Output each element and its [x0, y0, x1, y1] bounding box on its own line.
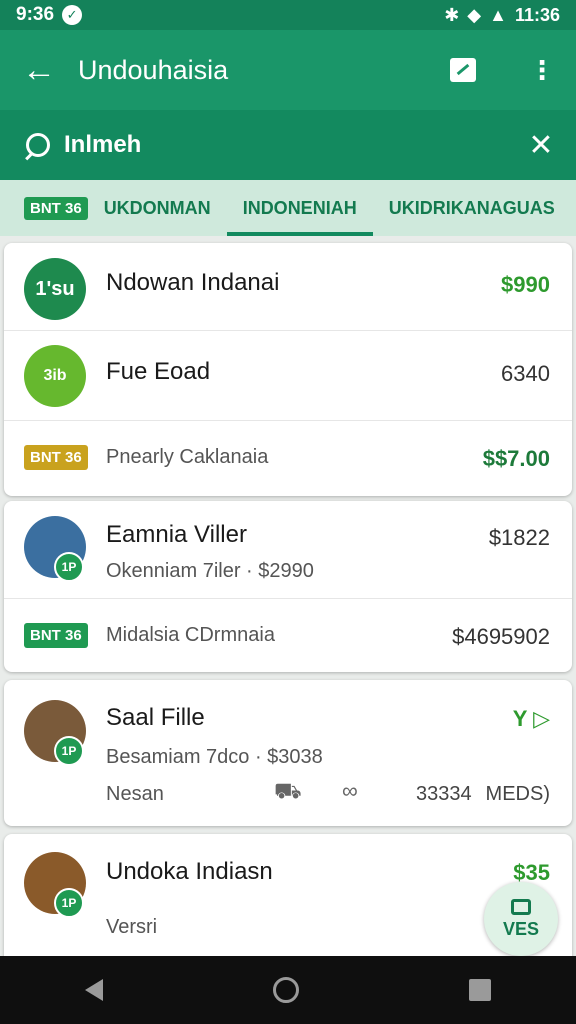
app-bar: ← Undouhaisia ⋮ — [0, 30, 576, 110]
avatar-badge: 1P — [54, 736, 84, 766]
floating-action-button[interactable]: VES — [484, 882, 558, 956]
list-item[interactable]: BNT 36 Midalsia CDrmnaia $4695902 — [4, 599, 572, 672]
card: 1P Eamnia Viller Okenniam 7iler · $2990 … — [4, 501, 572, 672]
item-subtitle: Versri — [106, 916, 158, 938]
search-icon — [26, 133, 50, 157]
bluetooth-icon: ✱ — [444, 4, 460, 25]
back-arrow-icon[interactable]: ← — [0, 53, 78, 87]
check-icon: ✓ — [62, 5, 83, 25]
avatar: 1P — [24, 516, 86, 582]
tab-label: INDONENIAH — [242, 197, 357, 218]
status-bar: 9:36 ✓ ✱ ◆ ▲ 11:36 — [0, 0, 576, 30]
system-nav-bar — [0, 956, 576, 1024]
search-input[interactable]: Inlmeh — [64, 131, 506, 159]
item-name: Midalsia CDrmnaia — [106, 624, 275, 646]
avatar-badge: 1P — [54, 552, 84, 582]
avatar: 1P — [24, 700, 86, 766]
item-name: Saal Fille — [106, 704, 205, 731]
close-icon[interactable]: ✕ — [506, 128, 576, 163]
item-extra-2: MEDS) — [485, 783, 550, 805]
item-subtitle: Besamiam 7dco · $3038 — [106, 746, 323, 768]
item-name: Fue Eoad — [106, 358, 211, 385]
list-item[interactable]: 3ib Fue Eoad 6340 — [4, 331, 572, 421]
app-title: Undouhaisia — [78, 54, 229, 85]
fab-label: VES — [502, 918, 540, 939]
more-vert-icon[interactable]: ⋮ — [522, 55, 562, 86]
wifi-icon: ◆ — [467, 4, 482, 25]
item-name: Nesan — [106, 783, 164, 805]
avatar: 1P — [24, 852, 86, 918]
status-clock: 11:36 — [514, 4, 560, 25]
status-icons: ✱ ◆ ▲ 11:36 — [444, 5, 560, 26]
avatar-text: 3ib — [43, 367, 67, 384]
item-extra-1: 33334 — [416, 783, 472, 805]
lock-icon — [511, 898, 531, 915]
tab-indoneniah[interactable]: INDONENIAH — [226, 180, 373, 236]
item-name: Ndowan Indanai — [106, 269, 280, 296]
item-name: Undoka Indiasn — [106, 858, 273, 885]
item-amount: Y ▷ — [512, 706, 550, 731]
avatar: 1'su — [24, 258, 86, 320]
search-bar: Inlmeh ✕ — [0, 110, 576, 180]
list-item[interactable]: 1P Saal Fille Besamiam 7dco · $3038 Y ▷ … — [4, 680, 572, 826]
item-name: Pnearly Caklanaia — [106, 446, 269, 468]
signal-icon: ▲ — [489, 4, 507, 25]
item-amount: $$7.00 — [482, 446, 550, 471]
car-icon: ⛟ — [274, 778, 302, 803]
nav-recents-icon[interactable] — [469, 979, 491, 1001]
card: 1'su Ndowan Indanai $990 3ib Fue Eoad 63… — [4, 243, 572, 496]
tab-ukdonman[interactable]: UKDONMAN — [88, 180, 227, 236]
tab-label: UKDONMAN — [103, 197, 211, 218]
list-item[interactable]: 1P Eamnia Viller Okenniam 7iler · $2990 … — [4, 501, 572, 599]
tab-label: UKIDRIKANAGUAS — [388, 197, 555, 218]
avatar-text: 1'su — [35, 277, 75, 300]
status-time: 9:36 — [16, 4, 55, 25]
card: 1P Saal Fille Besamiam 7dco · $3038 Y ▷ … — [4, 680, 572, 826]
avatar-badge: 1P — [54, 888, 84, 918]
list-item[interactable]: 1'su Ndowan Indanai $990 — [4, 243, 572, 331]
edit-icon[interactable] — [450, 58, 476, 82]
tab-bar: BNT 36 UKDONMAN INDONENIAH UKIDRIKANAGUA… — [0, 180, 576, 236]
binoculars-icon: ∞ — [342, 778, 358, 803]
item-amount: $4695902 — [452, 624, 550, 649]
item-badge: BNT 36 — [24, 623, 88, 648]
item-amount: $990 — [501, 272, 550, 297]
nav-back-icon[interactable] — [85, 979, 103, 1001]
item-name: Eamnia Viller — [106, 521, 247, 548]
list-item[interactable]: BNT 36 Pnearly Caklanaia $$7.00 — [4, 421, 572, 496]
item-subtitle: Okenniam 7iler · $2990 — [106, 560, 314, 582]
tab-ukidrikanaguas[interactable]: UKIDRIKANAGUAS — [373, 180, 571, 236]
tab-badge: BNT 36 — [24, 196, 88, 220]
nav-home-icon[interactable] — [273, 977, 299, 1003]
item-badge: BNT 36 — [24, 445, 88, 470]
item-amount: $1822 — [488, 525, 550, 550]
item-amount: 6340 — [501, 361, 550, 386]
avatar: 3ib — [24, 345, 86, 407]
